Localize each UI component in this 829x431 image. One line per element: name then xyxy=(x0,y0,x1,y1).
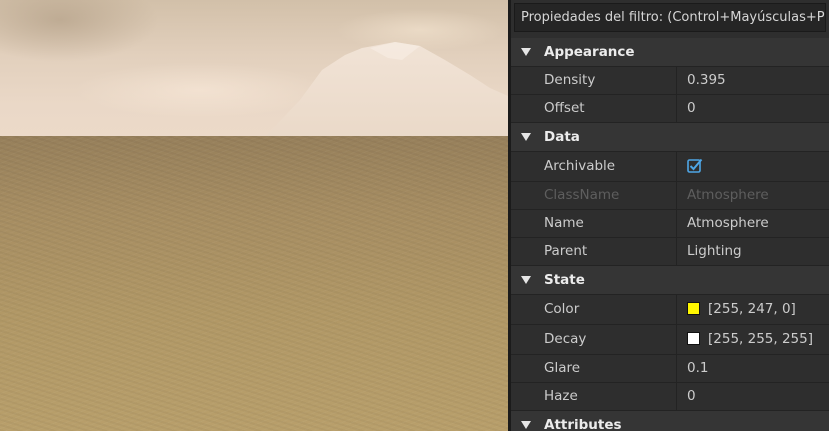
property-filter-input[interactable]: Propiedades del filtro: (Control+Mayúscu… xyxy=(514,3,826,32)
property-name: Glare xyxy=(511,355,677,382)
section-appearance[interactable]: Appearance xyxy=(511,38,829,67)
property-name: Decay xyxy=(511,325,677,354)
section-data[interactable]: Data xyxy=(511,123,829,152)
property-value-offset[interactable]: 0 xyxy=(678,95,829,122)
property-row-decay[interactable]: Decay [255, 255, 255] xyxy=(511,325,829,355)
property-name: Parent xyxy=(511,238,677,265)
collapse-arrow-icon[interactable] xyxy=(521,133,531,141)
property-row-classname: ClassName Atmosphere xyxy=(511,182,829,210)
property-value-archivable[interactable] xyxy=(678,152,829,181)
property-row-offset[interactable]: Offset 0 xyxy=(511,95,829,123)
property-name: ClassName xyxy=(511,182,677,209)
properties-panel: Propiedades del filtro: (Control+Mayúscu… xyxy=(511,0,829,431)
property-name: Archivable xyxy=(511,152,677,181)
property-list: Appearance Density 0.395 Offset 0 Data A… xyxy=(511,38,829,431)
section-state[interactable]: State xyxy=(511,266,829,295)
property-row-haze[interactable]: Haze 0 xyxy=(511,383,829,411)
ground-terrain xyxy=(0,136,508,431)
property-row-glare[interactable]: Glare 0.1 xyxy=(511,355,829,383)
property-row-parent[interactable]: Parent Lighting xyxy=(511,238,829,266)
viewport-3d[interactable] xyxy=(0,0,508,431)
section-label: Appearance xyxy=(544,44,635,60)
section-label: Attributes xyxy=(544,417,622,431)
property-value-name[interactable]: Atmosphere xyxy=(678,210,829,237)
property-value-classname: Atmosphere xyxy=(687,187,769,203)
color-swatch[interactable] xyxy=(687,332,700,345)
property-row-density[interactable]: Density 0.395 xyxy=(511,67,829,95)
mountain xyxy=(262,42,508,140)
property-name: Offset xyxy=(511,95,677,122)
property-value-decay[interactable]: [255, 255, 255] xyxy=(678,325,829,354)
property-row-archivable[interactable]: Archivable xyxy=(511,152,829,182)
property-value-density[interactable]: 0.395 xyxy=(678,67,829,94)
section-label: State xyxy=(544,272,585,288)
property-name: Color xyxy=(511,295,677,324)
property-name: Name xyxy=(511,210,677,237)
property-name: Haze xyxy=(511,383,677,410)
collapse-arrow-icon[interactable] xyxy=(521,421,531,429)
property-row-color[interactable]: Color [255, 247, 0] xyxy=(511,295,829,325)
property-row-name[interactable]: Name Atmosphere xyxy=(511,210,829,238)
property-value-color[interactable]: [255, 247, 0] xyxy=(678,295,829,324)
checkbox-checked-icon[interactable] xyxy=(687,158,703,174)
collapse-arrow-icon[interactable] xyxy=(521,48,531,56)
color-swatch[interactable] xyxy=(687,302,700,315)
color-value-text: [255, 247, 0] xyxy=(708,301,796,317)
decay-value-text: [255, 255, 255] xyxy=(708,331,814,347)
section-attributes[interactable]: Attributes xyxy=(511,411,829,431)
collapse-arrow-icon[interactable] xyxy=(521,276,531,284)
property-value-parent[interactable]: Lighting xyxy=(678,238,829,265)
property-value-haze[interactable]: 0 xyxy=(678,383,829,410)
property-value-glare[interactable]: 0.1 xyxy=(678,355,829,382)
section-label: Data xyxy=(544,129,580,145)
property-name: Density xyxy=(511,67,677,94)
